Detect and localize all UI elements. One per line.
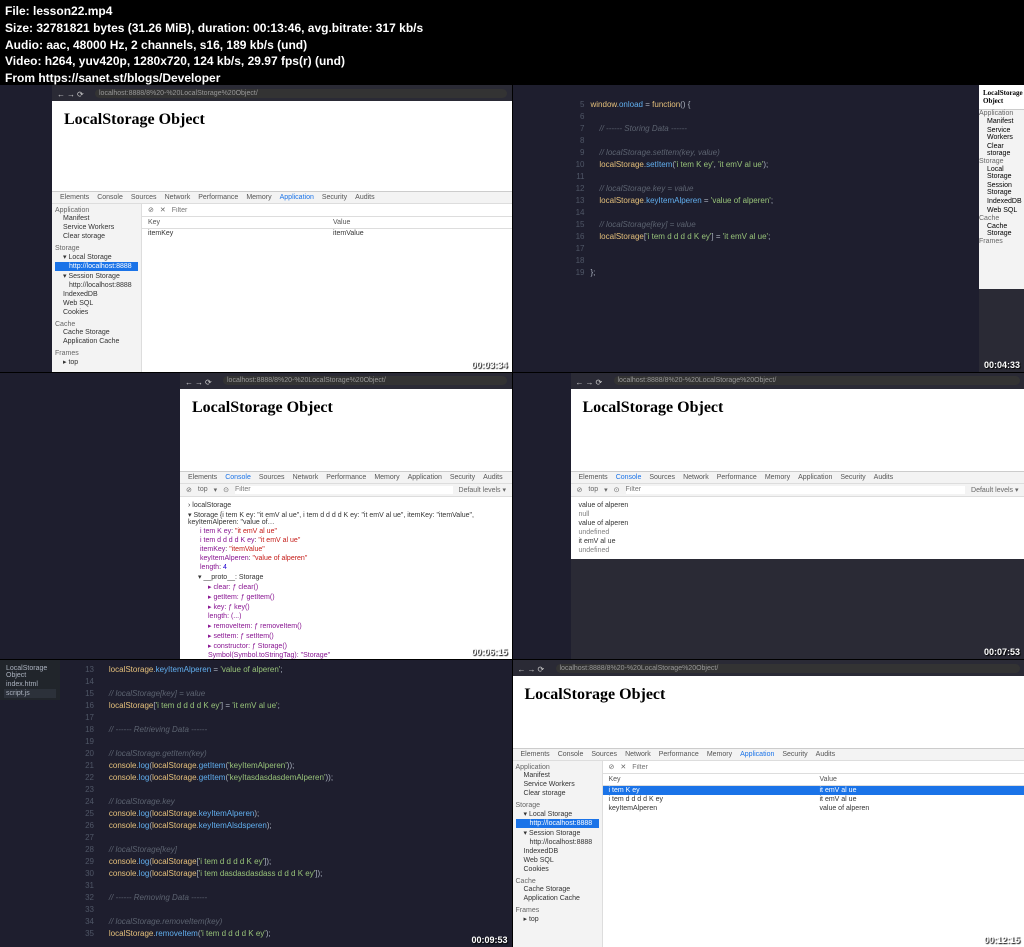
thumbnail-1: ← → ⟳ localhost:8888/8%20-%20LocalStorag… (0, 85, 512, 372)
reload-icon[interactable]: ⟳ (77, 90, 83, 96)
timestamp: 00:04:33 (984, 360, 1020, 370)
file-tree[interactable]: LocalStorage Object index.html script.js (0, 660, 60, 700)
url-bar[interactable]: localhost:8888/8%20-%20LocalStorage%20Ob… (95, 89, 507, 98)
console-output: › localStorage ▾ Storage {i tem K ey: "i… (180, 497, 512, 660)
filter-input[interactable] (172, 206, 506, 214)
forward-icon[interactable]: → (67, 90, 73, 96)
thumbnail-4: ←→⟳ localhost:8888/8%20-%20LocalStorage%… (513, 373, 1024, 660)
devtools-sidebar[interactable]: Application Manifest Service Workers Cle… (52, 204, 142, 372)
timestamp: 00:03:34 (471, 360, 507, 370)
back-icon[interactable]: ← (57, 90, 63, 96)
thumbnail-5: LocalStorage Object index.html script.js… (0, 660, 512, 947)
code-editor[interactable]: 5window.onload = function() {67 // -----… (571, 95, 971, 283)
thumbnail-6: ←→⟳ localhost:8888/8%20-%20LocalStorage%… (513, 660, 1024, 947)
code-editor[interactable]: 13 localStorage.keyItemAlperen = 'value … (80, 660, 512, 944)
thumbnail-2: 5window.onload = function() {67 // -----… (513, 85, 1024, 372)
devtools-tabs[interactable]: ElementsConsoleSourcesNetworkPerformance… (52, 192, 512, 204)
file-info: File: lesson22.mp4 Size: 32781821 bytes … (0, 0, 428, 90)
page-title: LocalStorage Object (64, 111, 500, 129)
thumbnail-3: ←→⟳ localhost:8888/8%20-%20LocalStorage%… (0, 373, 512, 660)
